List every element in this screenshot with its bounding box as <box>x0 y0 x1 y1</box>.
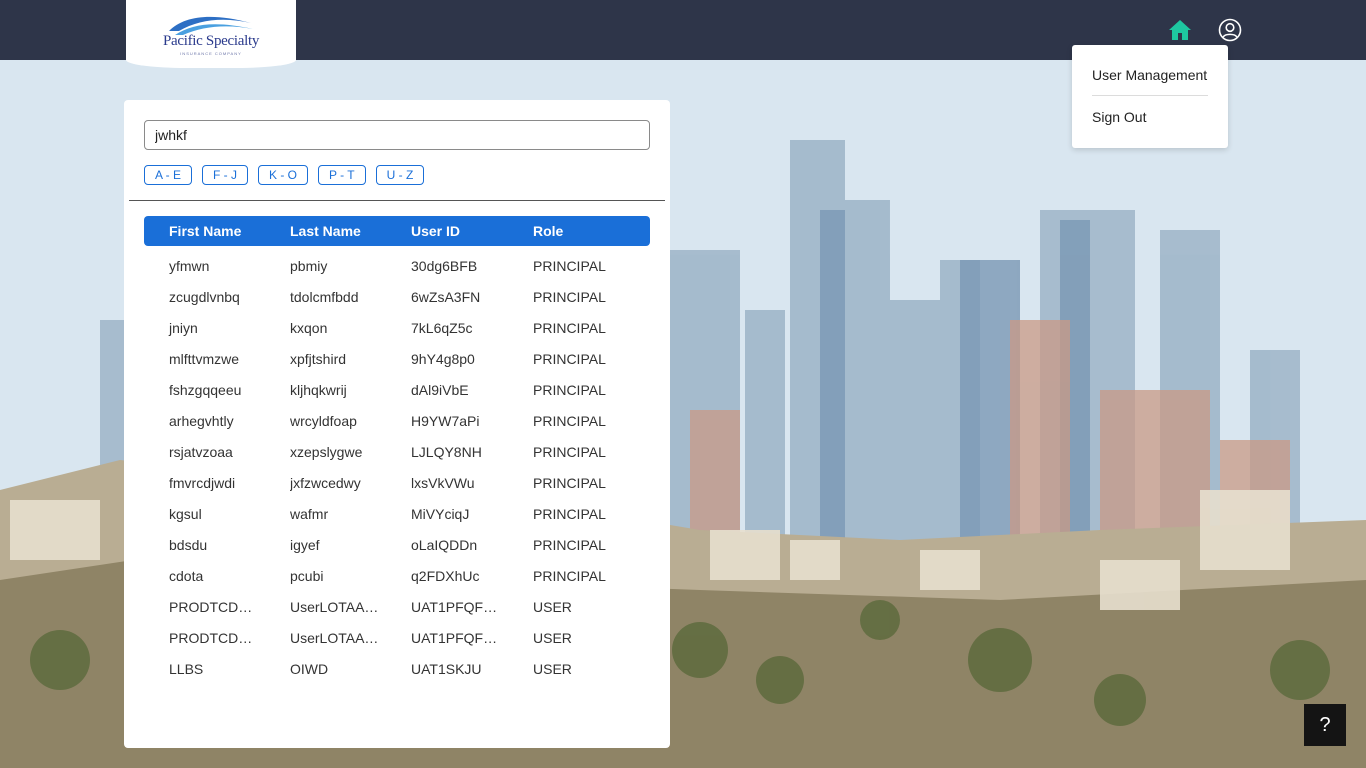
first-name-cell: mlfttvmzwe <box>169 350 239 367</box>
user-id-cell: UAT1PFQF… <box>411 598 498 615</box>
role-cell: PRINCIPAL <box>533 474 606 491</box>
first-name-cell: fmvrcdjwdi <box>169 474 236 491</box>
user-circle-icon[interactable] <box>1218 18 1242 42</box>
last-name-cell: pcubi <box>290 567 324 584</box>
last-name-cell: xpfjtshird <box>290 350 347 367</box>
table-row[interactable]: LLBS OIWD UAT1SKJU USER <box>144 653 650 684</box>
first-name-cell: bdsdu <box>169 536 208 553</box>
help-button[interactable]: ? <box>1304 704 1346 746</box>
user-id-cell: H9YW7aPi <box>411 412 480 429</box>
column-header-first-name[interactable]: First Name <box>144 223 290 239</box>
first-name-cell: jniyn <box>169 319 198 336</box>
first-name-cell: arhegvhtly <box>169 412 234 429</box>
user-id-cell: dAl9iVbE <box>411 381 469 398</box>
first-name-cell: yfmwn <box>169 257 210 274</box>
user-id-cell: 6wZsA3FN <box>411 288 481 305</box>
last-name-cell: tdolcmfbdd <box>290 288 359 305</box>
table-row[interactable]: yfmwn pbmiy 30dg6BFB PRINCIPAL <box>144 250 650 281</box>
user-id-cell: MiVYciqJ <box>411 505 470 522</box>
last-name-cell: igyef <box>290 536 320 553</box>
filter-u-z-button[interactable]: U - Z <box>375 165 425 185</box>
role-cell: PRINCIPAL <box>533 536 606 553</box>
role-cell: PRINCIPAL <box>533 412 606 429</box>
user-dropdown-menu: User Management Sign Out <box>1072 45 1228 148</box>
first-name-cell: kgsul <box>169 505 202 522</box>
table-row[interactable]: rsjatvzoaa xzepslygwe LJLQY8NH PRINCIPAL <box>144 436 650 467</box>
last-name-cell: jxfzwcedwy <box>290 474 361 491</box>
role-cell: PRINCIPAL <box>533 350 606 367</box>
user-id-cell: oLaIQDDn <box>411 536 478 553</box>
column-header-role[interactable]: Role <box>533 223 650 239</box>
user-id-cell: UAT1PFQF… <box>411 629 498 646</box>
last-name-cell: kljhqkwrij <box>290 381 347 398</box>
sign-out-menu-item[interactable]: Sign Out <box>1092 96 1208 138</box>
last-name-cell: pbmiy <box>290 257 328 274</box>
role-cell: PRINCIPAL <box>533 567 606 584</box>
filter-p-t-button[interactable]: P - T <box>318 165 366 185</box>
last-name-cell: wrcyldfoap <box>290 412 357 429</box>
first-name-cell: rsjatvzoaa <box>169 443 233 460</box>
company-logo[interactable]: Pacific Specialty INSURANCE COMPANY <box>126 0 296 68</box>
logo-text: Pacific Specialty <box>162 32 260 49</box>
first-name-cell: cdota <box>169 567 204 584</box>
role-cell: USER <box>533 598 572 615</box>
home-icon[interactable] <box>1168 18 1192 42</box>
divider <box>129 200 665 201</box>
user-id-cell: 9hY4g8p0 <box>411 350 475 367</box>
table-row[interactable]: mlfttvmzwe xpfjtshird 9hY4g8p0 PRINCIPAL <box>144 343 650 374</box>
last-name-cell: kxqon <box>290 319 328 336</box>
table-row[interactable]: kgsul wafmr MiVYciqJ PRINCIPAL <box>144 498 650 529</box>
last-name-cell: xzepslygwe <box>290 443 363 460</box>
table-row[interactable]: fmvrcdjwdi jxfzwcedwy lxsVkVWu PRINCIPAL <box>144 467 650 498</box>
table-row[interactable]: zcugdlvnbq tdolcmfbdd 6wZsA3FN PRINCIPAL <box>144 281 650 312</box>
table-row[interactable]: fshzgqqeeu kljhqkwrij dAl9iVbE PRINCIPAL <box>144 374 650 405</box>
column-header-last-name[interactable]: Last Name <box>290 223 411 239</box>
role-cell: PRINCIPAL <box>533 288 606 305</box>
role-cell: PRINCIPAL <box>533 505 606 522</box>
alphabet-filter-group: A - E F - J K - O P - T U - Z <box>144 165 425 185</box>
table-row[interactable]: jniyn kxqon 7kL6qZ5c PRINCIPAL <box>144 312 650 343</box>
last-name-cell: OIWD <box>290 660 329 677</box>
last-name-cell: UserLOTAA… <box>290 629 379 646</box>
user-id-cell: 30dg6BFB <box>411 257 478 274</box>
first-name-cell: zcugdlvnbq <box>169 288 240 305</box>
role-cell: USER <box>533 660 572 677</box>
role-cell: PRINCIPAL <box>533 257 606 274</box>
first-name-cell: fshzgqqeeu <box>169 381 242 398</box>
user-table-body: yfmwn pbmiy 30dg6BFB PRINCIPAL zcugdlvnb… <box>144 250 650 684</box>
logo-subtext: INSURANCE COMPANY <box>180 50 242 56</box>
role-cell: PRINCIPAL <box>533 443 606 460</box>
user-id-cell: LJLQY8NH <box>411 443 482 460</box>
table-header: First Name Last Name User ID Role <box>144 216 650 246</box>
table-row[interactable]: cdota pcubi q2FDXhUc PRINCIPAL <box>144 560 650 591</box>
table-row[interactable]: arhegvhtly wrcyldfoap H9YW7aPi PRINCIPAL <box>144 405 650 436</box>
first-name-cell: LLBS <box>169 660 204 677</box>
table-row[interactable]: bdsdu igyef oLaIQDDn PRINCIPAL <box>144 529 650 560</box>
role-cell: PRINCIPAL <box>533 319 606 336</box>
user-id-cell: q2FDXhUc <box>411 567 480 584</box>
user-management-menu-item[interactable]: User Management <box>1092 54 1208 96</box>
role-cell: PRINCIPAL <box>533 381 606 398</box>
user-id-cell: lxsVkVWu <box>411 474 475 491</box>
table-row[interactable]: PRODTCD… UserLOTAA… UAT1PFQF… USER <box>144 622 650 653</box>
user-id-cell: 7kL6qZ5c <box>411 319 473 336</box>
user-id-cell: UAT1SKJU <box>411 660 482 677</box>
filter-k-o-button[interactable]: K - O <box>258 165 309 185</box>
role-cell: USER <box>533 629 572 646</box>
user-list-panel: A - E F - J K - O P - T U - Z First Name… <box>124 100 670 748</box>
last-name-cell: UserLOTAA… <box>290 598 379 615</box>
table-row[interactable]: PRODTCD… UserLOTAA… UAT1PFQF… USER <box>144 591 650 622</box>
search-input[interactable] <box>144 120 650 150</box>
first-name-cell: PRODTCD… <box>169 629 253 646</box>
column-header-user-id[interactable]: User ID <box>411 223 533 239</box>
filter-a-e-button[interactable]: A - E <box>144 165 193 185</box>
last-name-cell: wafmr <box>290 505 329 522</box>
first-name-cell: PRODTCD… <box>169 598 253 615</box>
filter-f-j-button[interactable]: F - J <box>202 165 249 185</box>
